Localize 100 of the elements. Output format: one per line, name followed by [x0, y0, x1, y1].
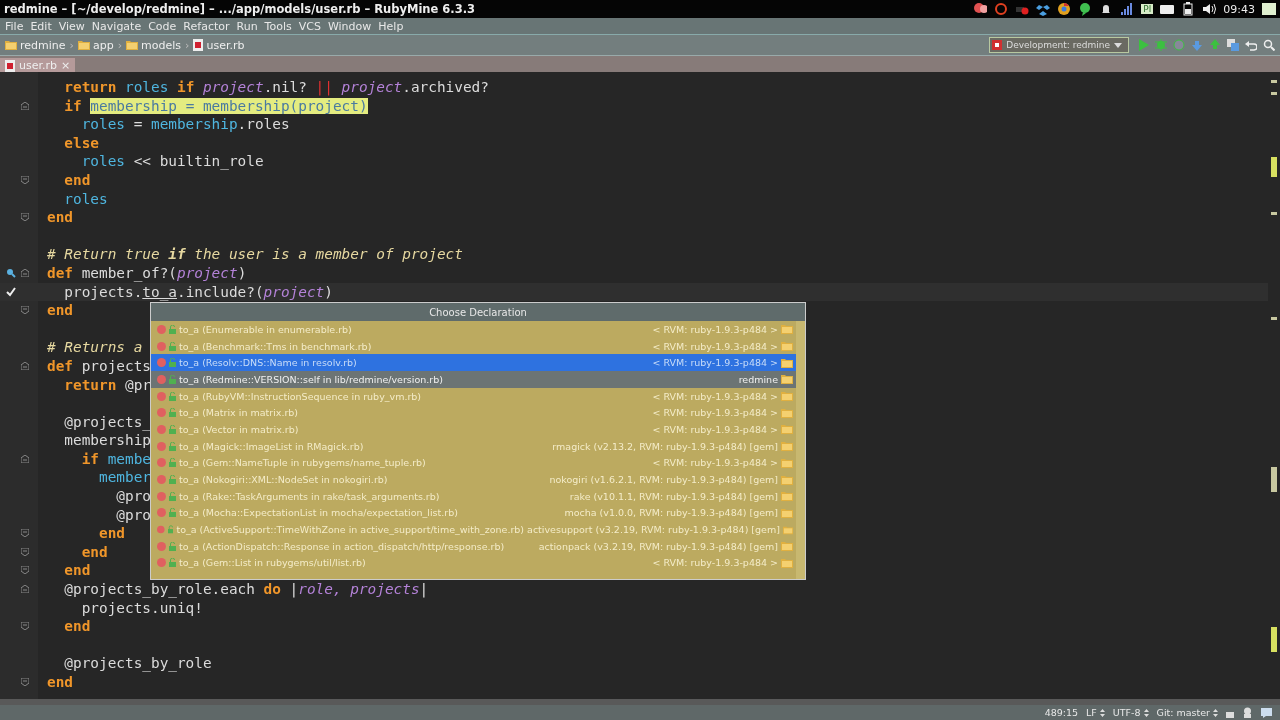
inspector-icon[interactable] — [1242, 707, 1253, 718]
library-icon — [781, 491, 793, 502]
scrollbar[interactable] — [0, 699, 1280, 705]
code-line: end — [63, 561, 91, 581]
signal-icon[interactable] — [1120, 2, 1135, 16]
library-icon — [781, 357, 793, 368]
code-line: # Returns a — [47, 338, 143, 357]
copy-icon[interactable] — [1227, 39, 1239, 51]
folder-icon — [126, 40, 139, 50]
code-line: else — [63, 133, 99, 153]
event-log-icon[interactable] — [1261, 707, 1272, 718]
up-down-arrow-icon[interactable] — [1099, 708, 1105, 717]
dropbox-icon[interactable] — [1036, 2, 1051, 16]
search-icon[interactable] — [1263, 39, 1275, 51]
code-line: end — [47, 208, 73, 227]
fold-marker-icon[interactable] — [21, 678, 29, 686]
up-down-arrow-icon[interactable] — [1213, 708, 1218, 717]
battery-icon[interactable] — [1181, 2, 1196, 16]
fold-marker-icon[interactable] — [21, 622, 29, 631]
fold-marker-icon[interactable] — [21, 175, 29, 184]
magnifier-icon[interactable] — [6, 267, 16, 278]
breadcrumb-separator: › — [69, 38, 74, 52]
code-line: if membership = membership(project) — [63, 96, 368, 116]
code-line: @projects_by_role — [63, 654, 212, 673]
undo-icon[interactable] — [1245, 39, 1257, 51]
code-line: return @pr — [63, 375, 151, 395]
chat-icon[interactable] — [1078, 2, 1093, 16]
library-icon — [781, 424, 793, 435]
keyboard-icon[interactable] — [1160, 2, 1175, 16]
library-icon — [781, 441, 793, 452]
file-encoding[interactable]: UTF-8 — [1112, 707, 1141, 718]
code-line: def member_of?(project) — [47, 263, 247, 283]
code-line: # Return true if the user is a member of project — [47, 245, 463, 264]
fold-marker-icon[interactable] — [21, 268, 29, 277]
menu-item[interactable]: Edit — [30, 19, 52, 33]
up-down-arrow-icon[interactable] — [1143, 708, 1149, 717]
line-separator[interactable]: LF — [1086, 707, 1097, 718]
code-line: @pro — [115, 487, 151, 506]
code-line: end — [47, 673, 73, 692]
folder-icon — [5, 40, 17, 50]
fold-marker-icon[interactable] — [21, 101, 29, 110]
ruby-file-icon — [193, 39, 204, 51]
close-icon[interactable]: × — [61, 59, 71, 72]
menu-item[interactable]: Tools — [264, 19, 292, 33]
folder-icon — [77, 40, 90, 50]
menu-item[interactable]: Window — [327, 19, 372, 33]
menu-item[interactable]: File — [5, 19, 24, 33]
ruby-file-icon — [5, 59, 15, 72]
menu-item[interactable]: Run — [236, 19, 258, 33]
speaker-icon[interactable] — [1202, 2, 1217, 16]
fold-marker-icon[interactable] — [21, 547, 29, 556]
breadcrumb-item[interactable]: models — [141, 38, 182, 52]
library-icon — [781, 541, 793, 552]
code-line: end — [97, 524, 125, 543]
breadcrumb-item[interactable]: app — [92, 38, 114, 52]
fold-marker-icon[interactable] — [21, 213, 29, 222]
menu-item[interactable]: Code — [148, 19, 177, 33]
library-icon — [781, 557, 793, 568]
fold-marker-icon[interactable] — [21, 306, 29, 315]
code-line: end — [80, 542, 108, 562]
clock[interactable]: 09:43 — [1223, 2, 1255, 16]
code-line: end — [63, 170, 91, 190]
fold-marker-icon[interactable] — [21, 361, 29, 370]
menu-item[interactable]: Refactor — [183, 19, 230, 33]
library-icon — [781, 391, 793, 402]
library-icon — [781, 457, 793, 468]
menu-item[interactable]: View — [58, 19, 85, 33]
run-config-dropdown[interactable]: Development: redmine — [989, 37, 1129, 53]
library-icon — [781, 407, 793, 418]
code-line: @projects_ — [63, 412, 151, 432]
menu-item[interactable]: VCS — [298, 19, 321, 33]
menu-item[interactable]: Help — [378, 19, 404, 33]
code-line: @pro — [115, 505, 151, 525]
library-icon — [781, 507, 793, 518]
code-line: roles << builtin_role — [80, 152, 264, 171]
breadcrumb-item[interactable]: redmine — [20, 38, 66, 52]
code-line: if membe — [80, 449, 151, 469]
vcs-branch[interactable]: Git: master — [1156, 707, 1210, 718]
code-line: roles — [63, 189, 108, 209]
library-icon — [781, 474, 793, 485]
tray-badge[interactable]: Pl — [1141, 4, 1154, 14]
fold-marker-icon[interactable] — [21, 529, 29, 538]
scrollbar[interactable] — [796, 321, 805, 579]
menu-item[interactable]: Navigate — [91, 19, 142, 33]
code-line: @projects_by_role.each do |role, projects| — [63, 580, 429, 599]
balloon-icon[interactable] — [973, 2, 988, 16]
fold-marker-icon[interactable] — [21, 585, 29, 594]
ring-icon[interactable] — [994, 2, 1009, 16]
browser-icon[interactable] — [1057, 2, 1072, 16]
fold-marker-icon[interactable] — [21, 454, 29, 463]
code-line: end — [47, 301, 73, 320]
breadcrumb-item[interactable]: user.rb — [206, 38, 245, 52]
caret-position[interactable]: 489:15 — [1044, 707, 1079, 718]
library-icon — [782, 524, 793, 535]
fold-marker-icon[interactable] — [21, 566, 29, 575]
caret-icon — [1114, 42, 1122, 48]
code-line: def projects — [47, 356, 151, 376]
code-line: member — [97, 468, 151, 488]
library-icon — [781, 324, 793, 335]
code-line: end — [63, 617, 91, 636]
